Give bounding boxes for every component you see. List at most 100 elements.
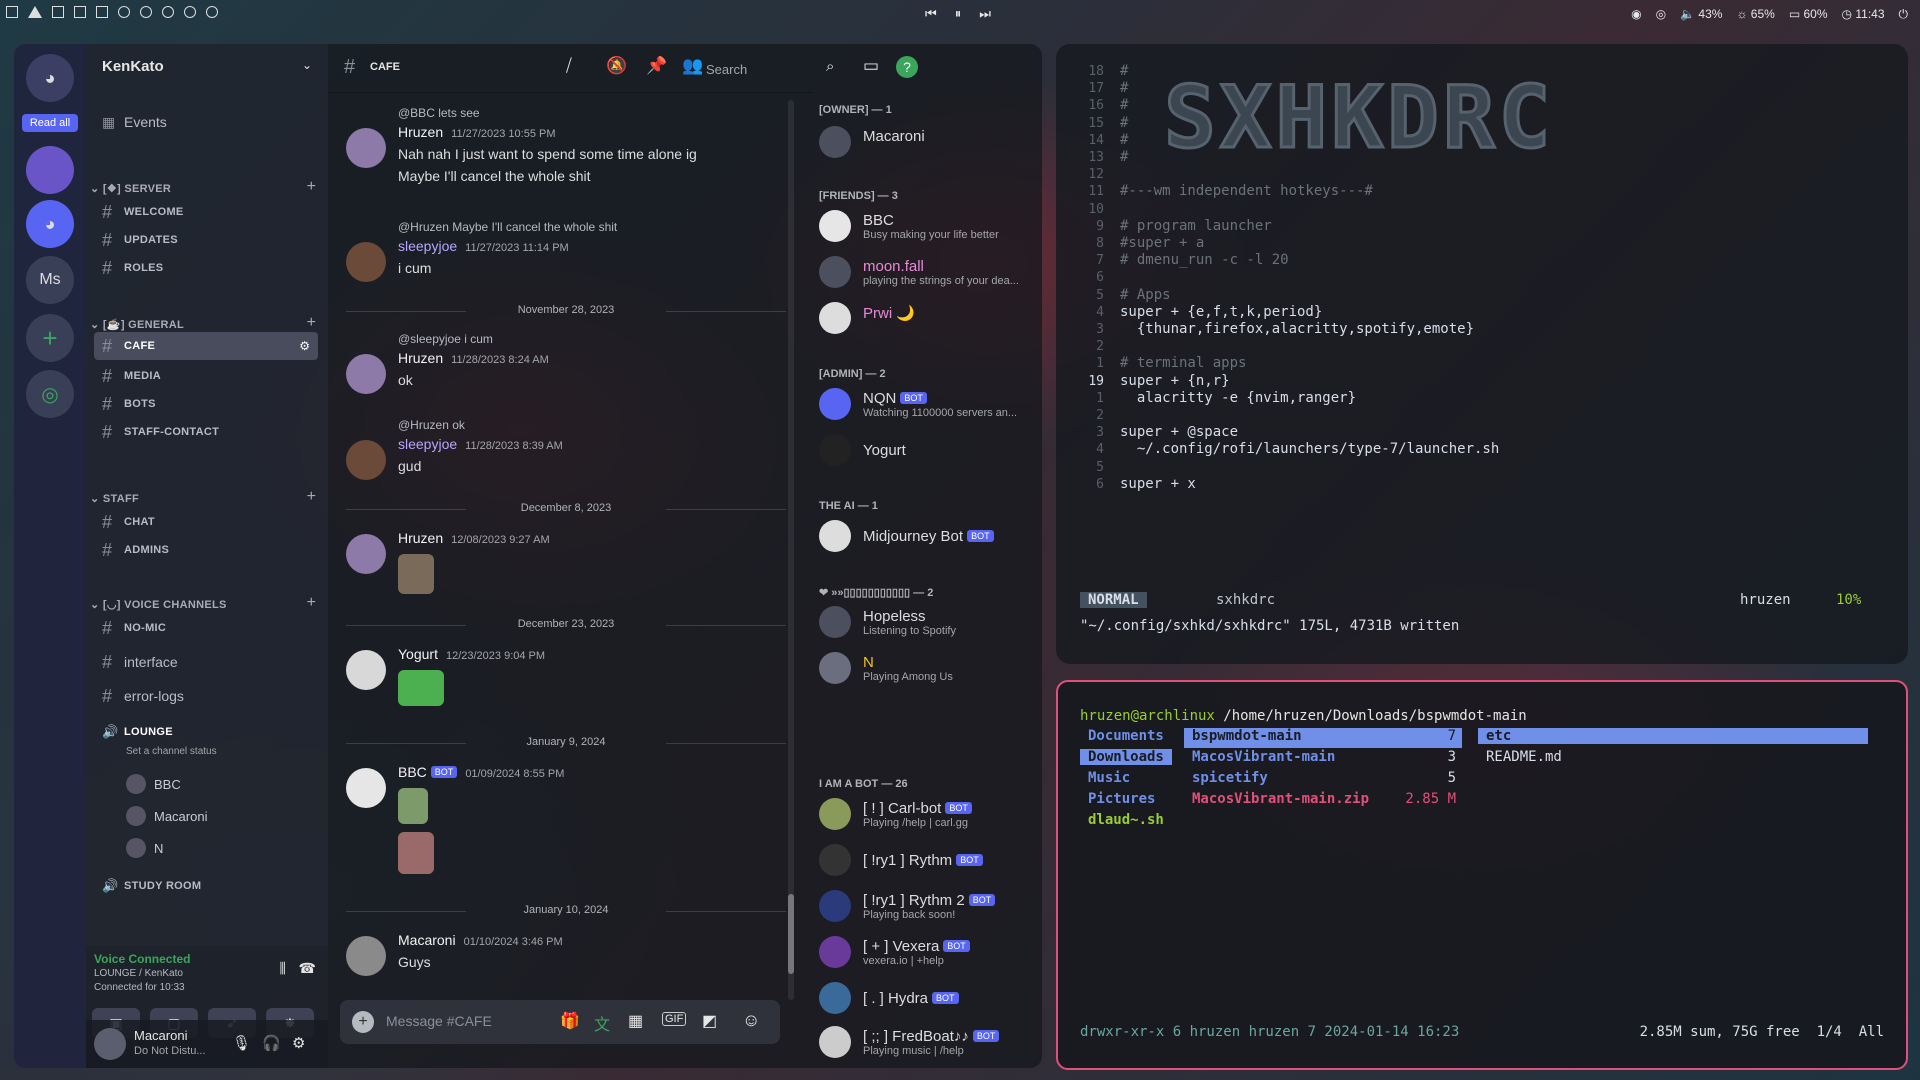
ranger-entry[interactable]: Pictures [1080, 791, 1163, 807]
microphone-icon[interactable]: 🎙 [232, 1034, 251, 1052]
message-author[interactable]: sleepyjoe 11/28/2023 8:39 AM [398, 436, 563, 452]
inbox-icon[interactable]: ▭ [863, 56, 879, 76]
workspace-7-icon[interactable] [140, 6, 152, 18]
add-channel-icon[interactable]: + [307, 488, 316, 506]
ranger-entry[interactable]: dlaud~.sh [1080, 812, 1172, 828]
message-author[interactable]: Hruzen 12/08/2023 9:27 AM [398, 530, 550, 546]
code-line[interactable]: # [1120, 80, 1128, 96]
notification-mute-icon[interactable]: 🔕 [606, 56, 627, 76]
sticker-image[interactable] [398, 788, 428, 824]
voice-user-macaroni[interactable]: Macaroni [126, 806, 207, 826]
message-author[interactable]: Hruzen 11/28/2023 8:24 AM [398, 350, 549, 366]
member-list-icon[interactable]: 👥 [682, 56, 703, 76]
workspace-9-icon[interactable] [184, 6, 196, 18]
code-line[interactable]: # terminal apps [1120, 355, 1246, 371]
workspace-5-icon[interactable] [96, 6, 108, 18]
workspace-10-icon[interactable] [206, 6, 218, 18]
code-line[interactable]: #super + a [1120, 235, 1204, 251]
avatar[interactable] [346, 242, 386, 282]
ranger-entry[interactable]: Music [1080, 770, 1138, 786]
clock[interactable]: ◷ 11:43 [1842, 7, 1885, 22]
voice-connected-title[interactable]: Voice Connected [94, 952, 190, 966]
help-icon[interactable]: ? [896, 56, 918, 78]
translate-icon[interactable]: 文 [594, 1011, 610, 1035]
code-line[interactable]: alacritty -e {nvim,ranger} [1120, 390, 1356, 406]
noise-suppression-icon[interactable]: ⫼ [280, 960, 286, 977]
code-line[interactable]: # [1120, 132, 1128, 148]
channel-admins[interactable]: # ADMINS [94, 536, 318, 564]
steam-tray-icon[interactable]: ◎ [1656, 7, 1666, 22]
server-icon-2[interactable]: ◕ [26, 200, 74, 248]
user-settings-gear-icon[interactable]: ⚙ [292, 1034, 305, 1052]
message-author[interactable]: Macaroni 01/10/2024 3:46 PM [398, 932, 563, 948]
member-item[interactable]: Hopeless Listening to Spotify [819, 602, 1034, 642]
power-icon[interactable]: ⏻ [1899, 7, 1909, 22]
search-icon[interactable]: ⌕ [826, 58, 834, 75]
next-track-icon[interactable]: ⏭ [979, 6, 991, 22]
channel-cafe[interactable]: # CAFE ⚙ [94, 332, 318, 360]
channel-welcome[interactable]: # WELCOME [94, 198, 318, 226]
code-line[interactable]: #---wm independent hotkeys---# [1120, 183, 1373, 199]
code-line[interactable]: # Apps [1120, 287, 1171, 303]
workspace-8-icon[interactable] [162, 6, 174, 18]
search-input[interactable]: Search [706, 58, 846, 82]
member-item[interactable]: [ !ry1 ] Rythm 2 BOT Playing back soon! [819, 886, 1034, 926]
channel-updates[interactable]: # UPDATES [94, 226, 318, 254]
member-item[interactable]: BBC Busy making your life better [819, 206, 1034, 246]
code-line[interactable]: # [1120, 115, 1128, 131]
avatar[interactable] [346, 768, 386, 808]
volume-indicator[interactable]: 🔈 43% [1680, 7, 1722, 22]
member-item[interactable]: [ + ] Vexera BOT vexera.io | +help [819, 932, 1034, 972]
server-name[interactable]: KenKato [102, 58, 164, 75]
category-staff[interactable]: ⌄ STAFF [90, 492, 139, 505]
message-author[interactable]: sleepyjoe 11/27/2023 11:14 PM [398, 238, 569, 254]
ranger-terminal[interactable]: hruzen@archlinux /home/hruzen/Downloads/… [1056, 680, 1908, 1070]
code-line[interactable]: # [1120, 149, 1128, 165]
ranger-entry[interactable]: Documents [1080, 728, 1172, 744]
message-author[interactable]: Yogurt 12/23/2023 9:04 PM [398, 646, 545, 662]
reply-preview[interactable]: @Hruzen ok [398, 418, 465, 432]
workspace-6-icon[interactable] [118, 6, 130, 18]
reply-preview[interactable]: @sleepyjoe i cum [398, 332, 493, 346]
workspace-2-icon[interactable] [28, 6, 42, 18]
avatar[interactable] [346, 354, 386, 394]
member-item[interactable]: [ ! ] Carl-bot BOT Playing /help | carl.gg [819, 794, 1034, 834]
category-server[interactable]: ⌄ [❖] SERVER [90, 182, 171, 195]
member-item[interactable]: Macaroni [819, 122, 1034, 162]
message-author[interactable]: Hruzen 11/27/2023 10:55 PM [398, 124, 556, 140]
voice-channel-study-room[interactable]: 🔊 STUDY ROOM [94, 872, 318, 900]
message-input[interactable]: Message #CAFE [386, 1013, 492, 1029]
channel-bots[interactable]: # BOTS [94, 390, 318, 418]
brightness-indicator[interactable]: ☼ 65% [1736, 7, 1774, 22]
pin-icon[interactable]: 📌 [646, 56, 667, 76]
ranger-entry[interactable]: MacosVibrant-main 3 [1184, 749, 1462, 769]
emoji-icon[interactable]: ☺ [742, 1010, 760, 1031]
message-author[interactable]: BBC BOT 01/09/2024 8:55 PM [398, 764, 564, 780]
server-icon-1[interactable] [26, 146, 74, 194]
code-line[interactable]: super + {e,f,t,k,period} [1120, 304, 1322, 320]
add-channel-icon[interactable]: + [307, 178, 316, 196]
avatar[interactable] [346, 534, 386, 574]
ranger-entry[interactable]: Downloads [1080, 749, 1172, 765]
ranger-preview-entry[interactable]: etc [1478, 728, 1868, 744]
avatar[interactable] [346, 440, 386, 480]
add-server-icon[interactable]: + [26, 314, 74, 362]
discord-tray-icon[interactable]: ◉ [1631, 7, 1641, 22]
add-attachment-icon[interactable]: + [352, 1011, 374, 1033]
ranger-entry[interactable]: spicetify 5 [1184, 770, 1462, 790]
vim-terminal[interactable]: SXHKDRC 18 #17 #16 #15 #14 #13 #12 11 #---wm ind… [1056, 44, 1908, 664]
member-item[interactable]: [ !ry1 ] Rythm BOT [819, 840, 1034, 880]
read-all-button[interactable]: Read all [22, 114, 78, 132]
member-item[interactable]: NQN BOT Watching 1100000 servers an... [819, 384, 1034, 424]
member-item[interactable]: N Playing Among Us [819, 648, 1034, 688]
previous-track-icon[interactable]: ⏮ [925, 6, 937, 22]
code-line[interactable]: ~/.config/rofi/launchers/type-7/launcher… [1120, 441, 1499, 457]
code-line[interactable]: super + @space [1120, 424, 1238, 440]
explore-icon[interactable]: ◎ [26, 370, 74, 418]
reply-preview[interactable]: @Hruzen Maybe I'll cancel the whole shit [398, 220, 617, 234]
sticker-image[interactable] [398, 832, 434, 874]
code-line[interactable]: super + x [1120, 476, 1196, 492]
category-general[interactable]: ⌄ [☕] GENERAL [90, 318, 184, 331]
code-line[interactable]: # [1120, 63, 1128, 79]
voice-user-n[interactable]: N [126, 838, 163, 858]
